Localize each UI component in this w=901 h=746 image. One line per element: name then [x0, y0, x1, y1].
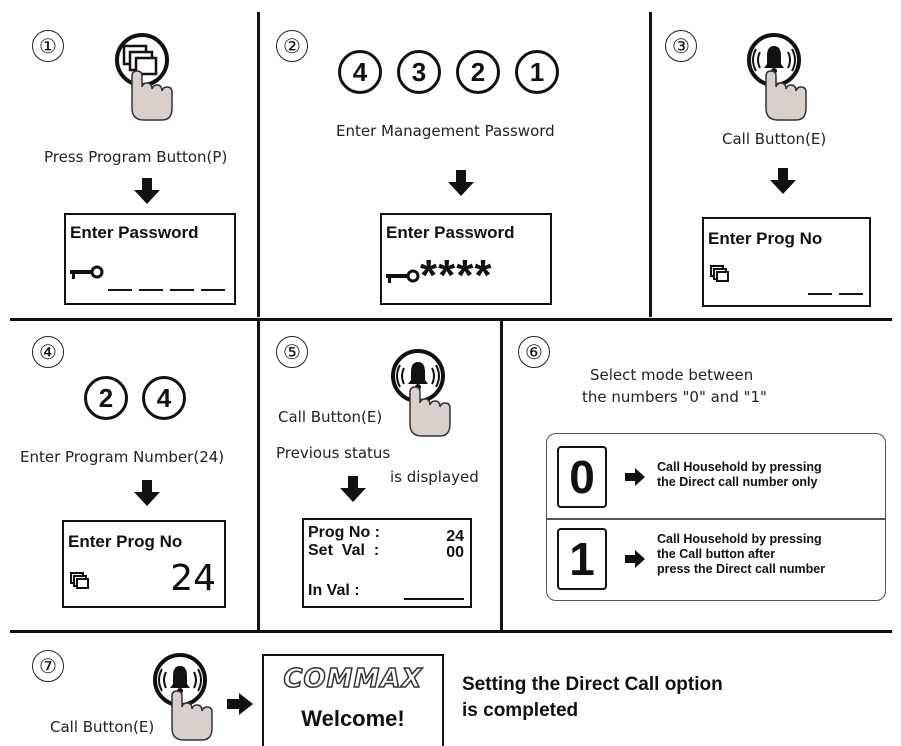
commax-logo: COMMAX — [283, 663, 423, 695]
down-arrow-icon — [770, 168, 796, 194]
mode-1-key: 1 — [557, 528, 607, 590]
result-line-2: is completed — [462, 700, 579, 721]
step-2-number: ② — [276, 30, 308, 62]
digit-key: 2 — [84, 376, 128, 420]
mode-divider — [547, 518, 885, 520]
divider-v4 — [500, 318, 503, 630]
call-button-icon — [391, 349, 451, 437]
digit-key: 4 — [338, 50, 382, 94]
in-val-blank — [404, 598, 464, 600]
panel5-note-line2: is displayed — [390, 468, 479, 486]
result-line-1: Setting the Direct Call option — [462, 674, 723, 695]
mode-1-description: Call Household by pressing the Call butt… — [657, 532, 826, 576]
down-arrow-icon — [134, 178, 160, 204]
digit-key: 3 — [397, 50, 441, 94]
panel6-caption-line1: Select mode between — [590, 366, 754, 384]
right-arrow-icon — [625, 468, 645, 486]
divider-h2 — [10, 630, 892, 633]
lcd-prog-no-label: Prog No : — [308, 524, 380, 541]
call-button-icon — [747, 33, 807, 121]
lcd-title: Enter Prog No — [68, 532, 183, 551]
password-blank — [108, 289, 226, 291]
lcd-display: Enter Prog No — [702, 217, 871, 307]
welcome-text: Welcome! — [301, 706, 405, 731]
lcd-display: Enter Password **** — [380, 213, 552, 305]
program-icon — [70, 572, 89, 589]
panel6-caption-line2: the numbers "0" and "1" — [582, 388, 767, 406]
divider-v3 — [257, 318, 260, 630]
panel4-caption: Enter Program Number(24) — [20, 448, 225, 466]
divider-h1 — [10, 318, 892, 321]
mode-selection-box: 0 Call Household by pressing the Direct … — [546, 433, 886, 601]
lcd-set-val-label: Set Val : — [308, 542, 380, 559]
step-6-number: ⑥ — [518, 336, 550, 368]
down-arrow-icon — [340, 476, 366, 502]
lcd-title: Enter Password — [386, 223, 515, 242]
panel5-caption: Call Button(E) — [278, 408, 383, 426]
panel7-caption: Call Button(E) — [50, 718, 155, 736]
key-icon — [70, 265, 104, 279]
digit-key: 4 — [142, 376, 186, 420]
step-7-number: ⑦ — [32, 650, 64, 682]
lcd-display: Enter Password — [64, 213, 236, 305]
step-4-number: ④ — [32, 336, 64, 368]
digit-key: 2 — [456, 50, 500, 94]
program-button-icon — [115, 33, 173, 121]
program-icon — [710, 265, 729, 282]
down-arrow-icon — [448, 170, 474, 196]
panel5-note-line1: Previous status — [276, 444, 391, 462]
lcd-display: Prog No : 24 Set Val : 00 In Val : — [302, 518, 472, 608]
lcd-set-val-value: 00 — [446, 544, 464, 561]
mode-0-key: 0 — [557, 446, 607, 508]
panel3-caption: Call Button(E) — [722, 130, 827, 148]
step-5-number: ⑤ — [276, 336, 308, 368]
lcd-title: Enter Password — [70, 223, 199, 242]
lcd-in-val-label: In Val : — [308, 582, 360, 599]
lcd-title: Enter Prog No — [708, 229, 823, 248]
divider-v2 — [649, 12, 652, 317]
panel1-caption: Press Program Button(P) — [44, 148, 228, 166]
right-arrow-icon — [625, 550, 645, 568]
call-button-icon — [153, 653, 213, 741]
key-icon — [386, 269, 420, 283]
panel2-caption: Enter Management Password — [336, 122, 555, 140]
welcome-display: COMMAX Welcome! — [262, 654, 444, 746]
password-stars: **** — [420, 251, 493, 300]
step-3-number: ③ — [665, 30, 697, 62]
down-arrow-icon — [134, 480, 160, 506]
right-arrow-icon — [227, 693, 253, 715]
divider-v1 — [257, 12, 260, 317]
prog-no-value: 24 — [170, 558, 216, 599]
lcd-display: Enter Prog No 24 — [62, 520, 226, 608]
prog-no-blank — [808, 293, 864, 295]
mode-0-description: Call Household by pressing the Direct ca… — [657, 460, 822, 489]
digit-key: 1 — [515, 50, 559, 94]
step-1-number: ① — [32, 30, 64, 62]
